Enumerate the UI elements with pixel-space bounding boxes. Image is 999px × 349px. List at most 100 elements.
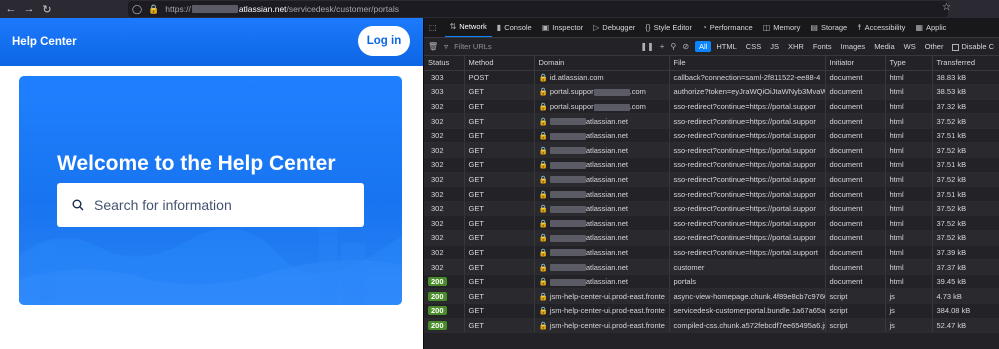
request-transferred: 37.52 kB <box>932 215 999 232</box>
search-box[interactable] <box>57 183 364 227</box>
tab-accessibility[interactable]: ☨ Accessibility <box>852 18 910 37</box>
request-method: GET <box>464 186 535 202</box>
domain-redaction <box>593 103 630 111</box>
tab-application[interactable]: ▦ Applic <box>910 18 951 37</box>
column-header-method[interactable]: Method <box>464 56 535 71</box>
filter-fonts-button[interactable]: Fonts <box>809 41 836 52</box>
column-header-transferred[interactable]: Transferred <box>932 56 999 71</box>
portal-title[interactable]: Help Center <box>12 36 77 48</box>
request-type: html <box>885 142 933 159</box>
request-file: compiled-css.chunk.a572febcdf7ee65495a6.… <box>673 320 825 330</box>
column-header-domain[interactable]: Domain <box>534 56 670 71</box>
filter-images-button[interactable]: Images <box>837 41 870 52</box>
search-icon[interactable]: ⚲ <box>670 42 676 51</box>
table-row[interactable]: 302 GET 🔒 atlassian.net sso-redirect?continu… <box>424 172 999 188</box>
block-icon[interactable]: ⊘ <box>682 42 689 51</box>
table-row[interactable]: 303 GET 🔒 portal.suppor .com authorize?token=… <box>424 84 999 100</box>
request-status-cell: 200 <box>424 288 465 304</box>
status-badge: 302 <box>431 145 444 155</box>
table-row[interactable]: 200 GET 🔒 atlassian.net portals document html 3… <box>424 274 999 290</box>
status-badge: 302 <box>431 218 444 228</box>
table-row[interactable]: 302 GET 🔒 atlassian.net sso-redirect?continu… <box>424 157 999 173</box>
arrow-right-icon[interactable]: → <box>20 0 38 18</box>
tab-storage[interactable]: ▤ Storage <box>805 18 852 37</box>
table-row[interactable]: 302 GET 🔒 atlassian.net sso-redirect?continu… <box>424 142 999 159</box>
column-header-type[interactable]: Type <box>885 56 933 71</box>
request-initiator: document <box>825 172 886 188</box>
table-row[interactable]: 200 GET 🔒 jsm-help-center-ui.prod-east.fron… <box>424 303 999 319</box>
table-row[interactable]: 302 GET 🔒 atlassian.net sso-redirect?continu… <box>424 230 999 246</box>
request-type: html <box>885 70 933 86</box>
request-transferred: 37.52 kB <box>932 142 999 159</box>
table-row[interactable]: 302 GET 🔒 portal.suppor .com sso-redirect?con… <box>424 99 999 115</box>
search-input[interactable] <box>94 197 324 213</box>
network-icon: ⇅ <box>449 22 457 31</box>
table-row[interactable]: 302 GET 🔒 atlassian.net sso-redirect?continu… <box>424 113 999 129</box>
request-status-cell: 302 <box>424 259 465 275</box>
tab-network[interactable]: ⇅ Network <box>444 18 492 37</box>
request-file-cell: sso-redirect?continue=https://portal.sup… <box>669 99 826 115</box>
lock-icon[interactable]: 🔒 <box>148 4 159 15</box>
url-bar[interactable]: ◯ 🔒 https:// atlassian.net /servicedesk/… <box>128 1 948 17</box>
column-header-status[interactable]: Status <box>424 56 465 71</box>
tab-performance[interactable]: ◔ Performance <box>697 18 758 37</box>
filter-xhr-button[interactable]: XHR <box>784 41 808 52</box>
table-row[interactable]: 302 GET 🔒 atlassian.net sso-redirect?continu… <box>424 128 999 144</box>
login-button[interactable]: Log in <box>358 26 410 56</box>
tab-style-editor[interactable]: {} Style Editor <box>640 18 697 37</box>
tab-inspector[interactable]: ▣ Inspector <box>537 18 588 37</box>
column-header-initiator[interactable]: Initiator <box>825 56 886 71</box>
filter-html-button[interactable]: HTML <box>712 41 740 52</box>
request-domain-cell: 🔒 atlassian.net <box>534 215 670 232</box>
request-transferred: 38.83 kB <box>932 70 999 86</box>
filter-css-button[interactable]: CSS <box>742 41 765 52</box>
request-file: customer <box>673 262 705 272</box>
request-status-cell: 200 <box>424 274 465 290</box>
element-picker-icon[interactable]: ⬚ <box>424 18 445 37</box>
shield-icon[interactable]: ◯ <box>132 4 142 15</box>
plus-icon[interactable]: + <box>660 42 665 51</box>
tab-memory[interactable]: ◫ Memory <box>758 18 806 37</box>
domain-redaction <box>549 205 586 213</box>
status-badge: 302 <box>431 204 444 214</box>
request-transferred: 4.73 kB <box>932 288 999 304</box>
table-row[interactable]: 302 GET 🔒 atlassian.net customer document html… <box>424 259 999 275</box>
bookmark-star-icon[interactable]: ☆ <box>942 2 951 13</box>
arrow-left-icon[interactable]: ← <box>2 0 20 18</box>
table-row[interactable]: 302 GET 🔒 atlassian.net sso-redirect?continu… <box>424 186 999 202</box>
request-method: GET <box>464 84 535 100</box>
table-row[interactable]: 200 GET 🔒 jsm-help-center-ui.prod-east.fron… <box>424 318 999 334</box>
filter-all-button[interactable]: All <box>695 41 712 52</box>
table-row[interactable]: 200 GET 🔒 jsm-help-center-ui.prod-east.fron… <box>424 288 999 304</box>
filter-js-button[interactable]: JS <box>766 41 783 52</box>
request-method: GET <box>464 172 535 188</box>
table-row[interactable]: 303 POST 🔒 id.atlassian.com callback?connect… <box>424 70 999 86</box>
filter-other-button[interactable]: Other <box>921 41 948 52</box>
request-file: sso-redirect?continue=https://portal.sup… <box>673 116 816 126</box>
table-row[interactable]: 302 GET 🔒 atlassian.net sso-redirect?continu… <box>424 215 999 232</box>
tab-debugger[interactable]: ▷ Debugger <box>588 18 640 37</box>
pause-icon[interactable]: ❚❚ <box>640 42 653 51</box>
table-row[interactable]: 302 GET 🔒 atlassian.net sso-redirect?continu… <box>424 245 999 261</box>
request-transferred: 384.08 kB <box>932 303 999 319</box>
table-row[interactable]: 302 GET 🔒 atlassian.net sso-redirect?continu… <box>424 201 999 217</box>
reload-icon[interactable]: ↻ <box>38 0 56 18</box>
request-status-cell: 303 <box>424 70 465 86</box>
trash-icon[interactable]: 🗑 <box>428 42 438 51</box>
filter-media-button[interactable]: Media <box>870 41 898 52</box>
disable-cache-toggle[interactable]: Disable C <box>948 41 998 52</box>
status-badge: 302 <box>431 247 444 257</box>
filter-ws-button[interactable]: WS <box>900 41 920 52</box>
request-method: GET <box>464 99 535 115</box>
domain-redaction <box>593 88 630 96</box>
request-type: html <box>885 99 933 115</box>
filter-urls-input[interactable] <box>454 42 641 51</box>
tab-console[interactable]: ▮ Console <box>492 18 537 37</box>
request-domain: atlassian.net <box>585 189 628 199</box>
column-header-file[interactable]: File <box>669 56 826 71</box>
request-domain-suffix: .com <box>629 101 646 111</box>
domain-redaction <box>549 234 586 242</box>
console-icon: ▮ <box>496 23 502 32</box>
request-initiator: document <box>825 245 886 261</box>
request-file: servicedesk-customerportal.bundle.1a67a6… <box>673 306 825 316</box>
